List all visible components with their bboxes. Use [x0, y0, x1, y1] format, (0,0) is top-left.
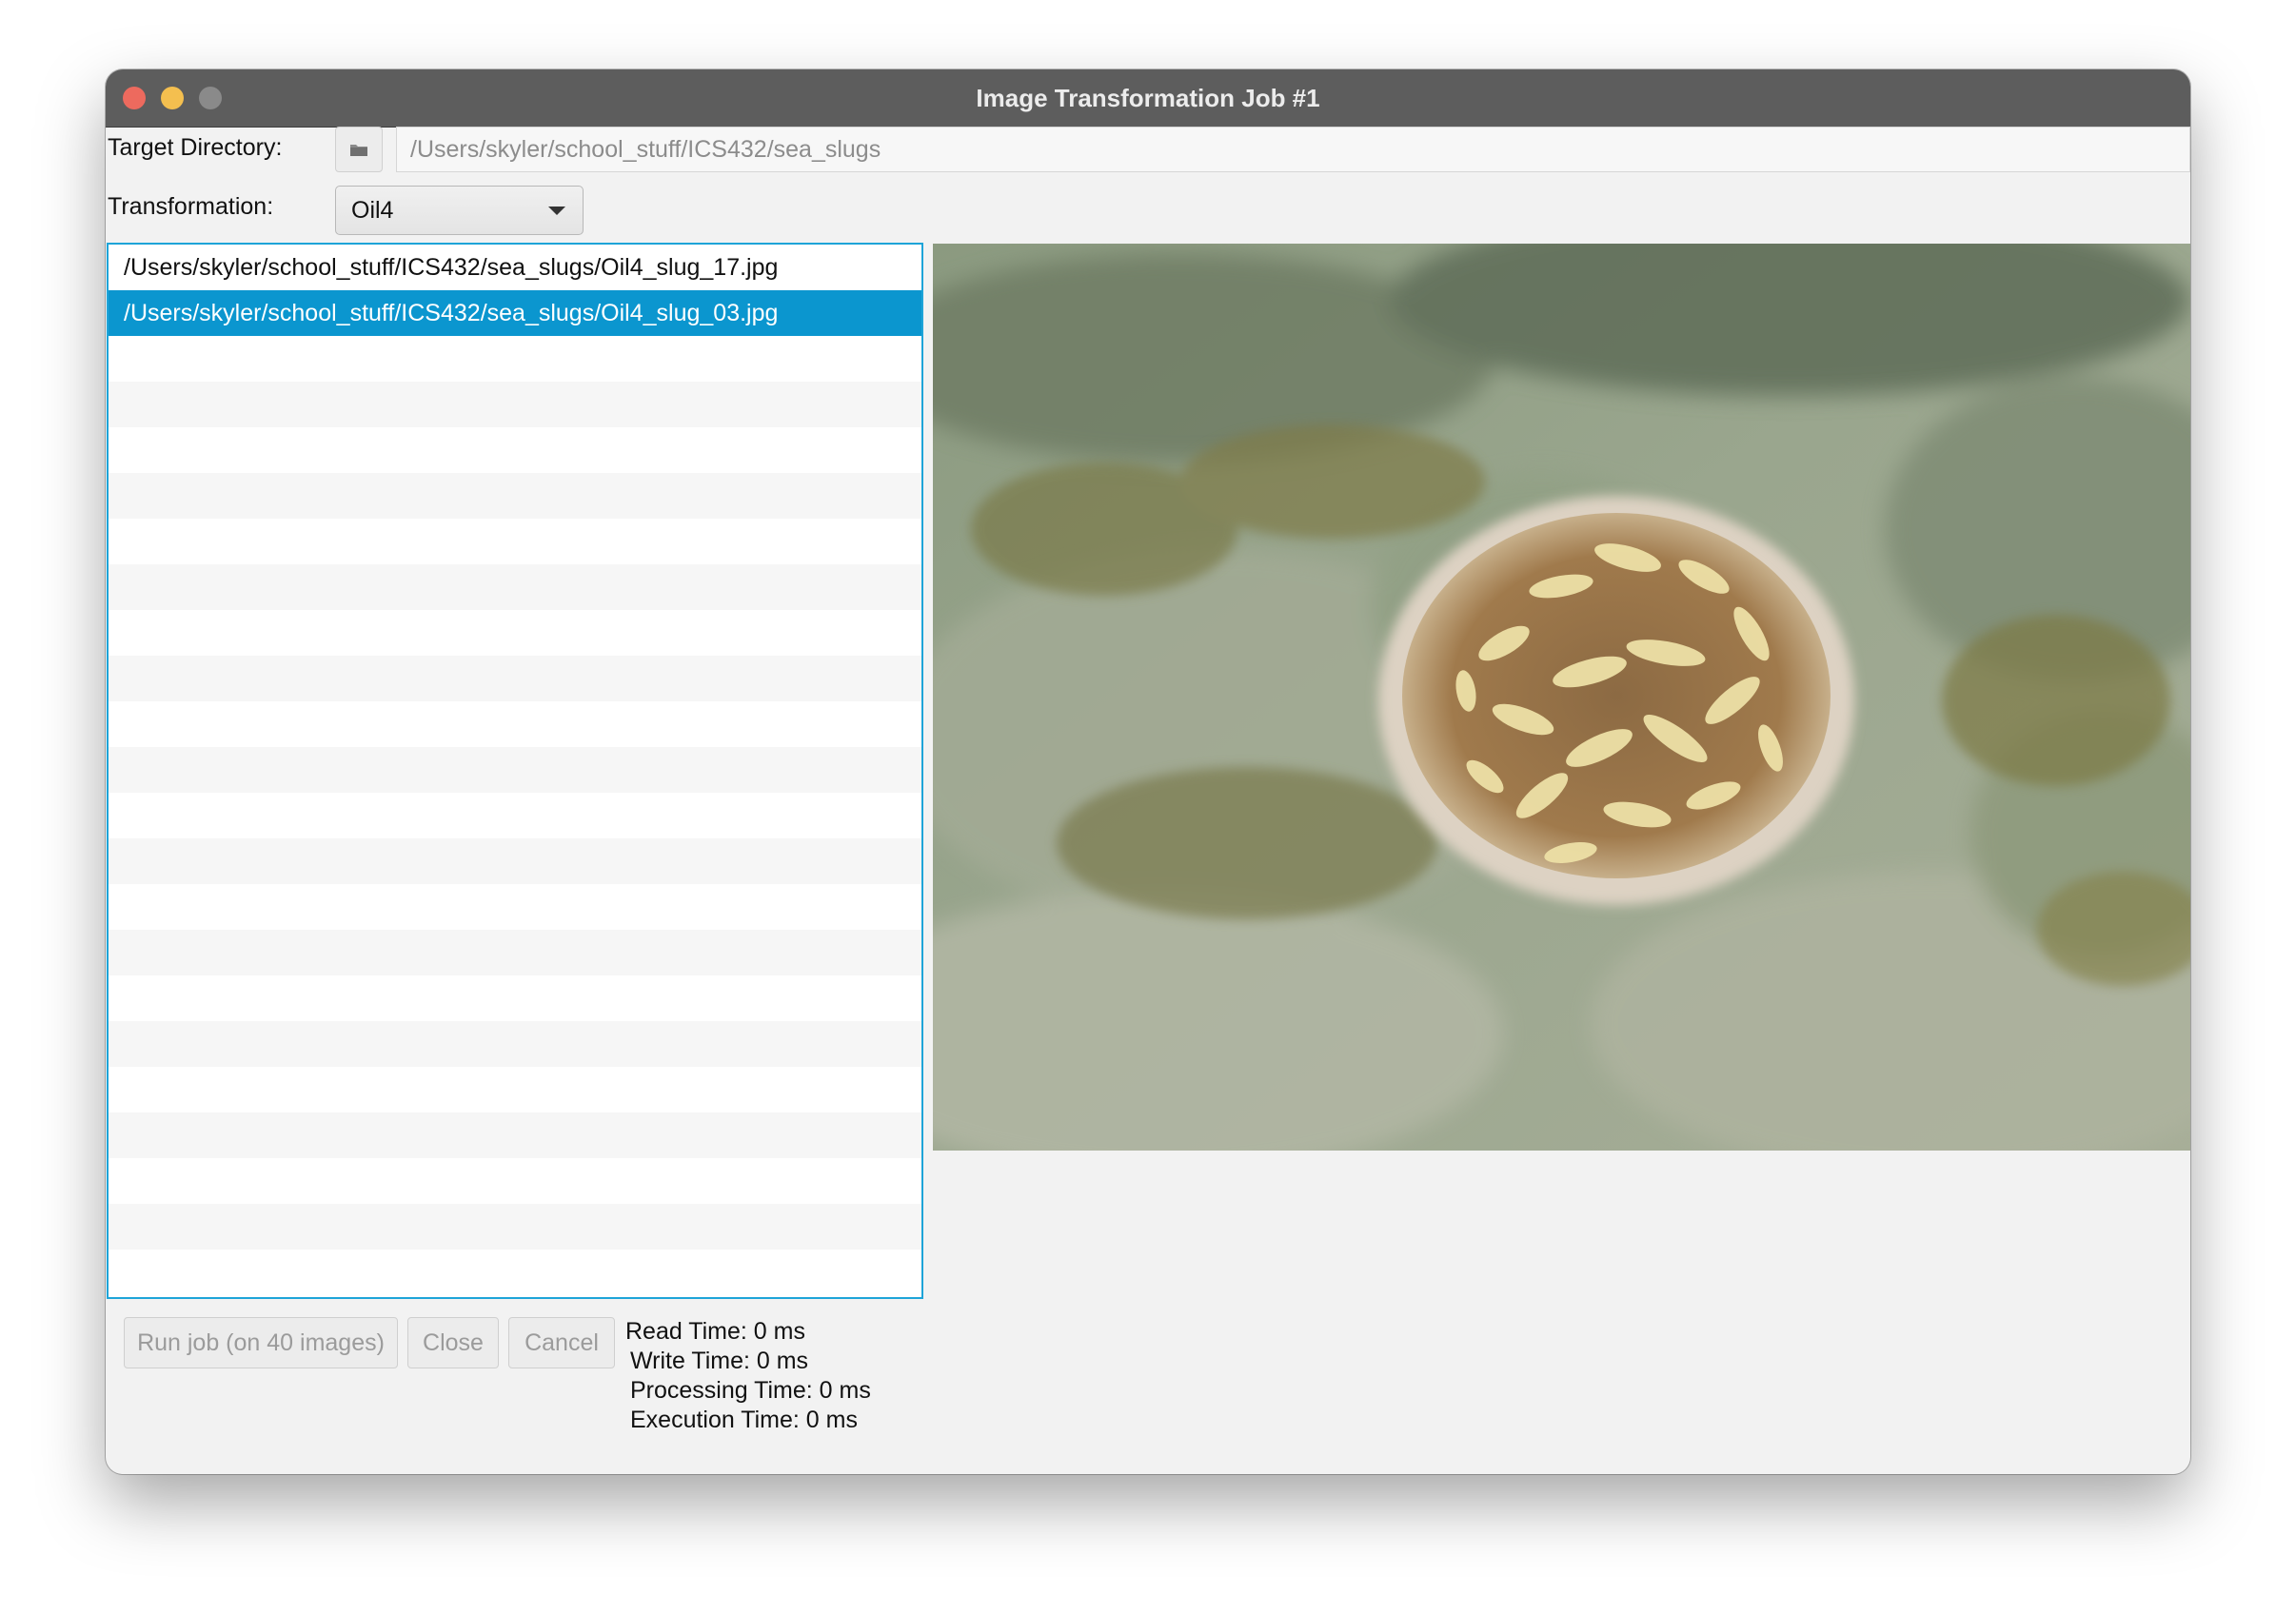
- run-job-button[interactable]: Run job (on 40 images): [124, 1317, 398, 1368]
- empty-list-row: [109, 656, 921, 701]
- list-item[interactable]: /Users/skyler/school_stuff/ICS432/sea_sl…: [109, 245, 921, 290]
- list-item[interactable]: /Users/skyler/school_stuff/ICS432/sea_sl…: [109, 290, 921, 336]
- image-preview: [933, 244, 2190, 1151]
- empty-list-row: [109, 838, 921, 884]
- empty-list-row: [109, 701, 921, 747]
- empty-list-row: [109, 336, 921, 382]
- close-button[interactable]: Close: [407, 1317, 499, 1368]
- empty-list-row: [109, 427, 921, 473]
- processing-time: Processing Time: 0 ms: [630, 1377, 871, 1404]
- transformation-label: Transformation:: [108, 193, 274, 220]
- empty-list-row: [109, 1067, 921, 1112]
- target-directory-field[interactable]: /Users/skyler/school_stuff/ICS432/sea_sl…: [396, 127, 2190, 172]
- chevron-down-icon: [548, 207, 565, 215]
- empty-list-row: [109, 382, 921, 427]
- empty-list-row: [109, 1158, 921, 1204]
- empty-list-row: [109, 519, 921, 564]
- empty-list-row: [109, 564, 921, 610]
- app-window: Image Transformation Job #1 Target Direc…: [106, 69, 2190, 1474]
- transformation-select[interactable]: Oil4: [335, 186, 584, 235]
- empty-list-row: [109, 747, 921, 793]
- empty-list-row: [109, 930, 921, 975]
- folder-icon: [350, 145, 367, 156]
- empty-list-row: [109, 1112, 921, 1158]
- execution-time: Execution Time: 0 ms: [630, 1407, 858, 1433]
- read-time: Read Time: 0 ms: [625, 1318, 805, 1345]
- empty-list-row: [109, 1250, 921, 1295]
- sea-slug-photo: [933, 244, 2190, 1151]
- empty-list-row: [109, 793, 921, 838]
- window-title: Image Transformation Job #1: [976, 84, 1320, 112]
- write-time: Write Time: 0 ms: [630, 1348, 809, 1374]
- target-directory-label: Target Directory:: [108, 134, 283, 161]
- cancel-button[interactable]: Cancel: [508, 1317, 615, 1368]
- empty-list-row: [109, 610, 921, 656]
- empty-list-row: [109, 975, 921, 1021]
- empty-list-row: [109, 1204, 921, 1250]
- timing-stats: Read Time: 0 ms Write Time: 0 ms Process…: [625, 1317, 871, 1435]
- empty-list-row: [109, 473, 921, 519]
- empty-list-row: [109, 1021, 921, 1067]
- transformation-selected-value: Oil4: [351, 197, 394, 224]
- choose-directory-button[interactable]: [335, 127, 383, 172]
- empty-list-row: [109, 884, 921, 930]
- file-list[interactable]: /Users/skyler/school_stuff/ICS432/sea_sl…: [107, 243, 923, 1299]
- title-bar: Image Transformation Job #1: [106, 69, 2190, 128]
